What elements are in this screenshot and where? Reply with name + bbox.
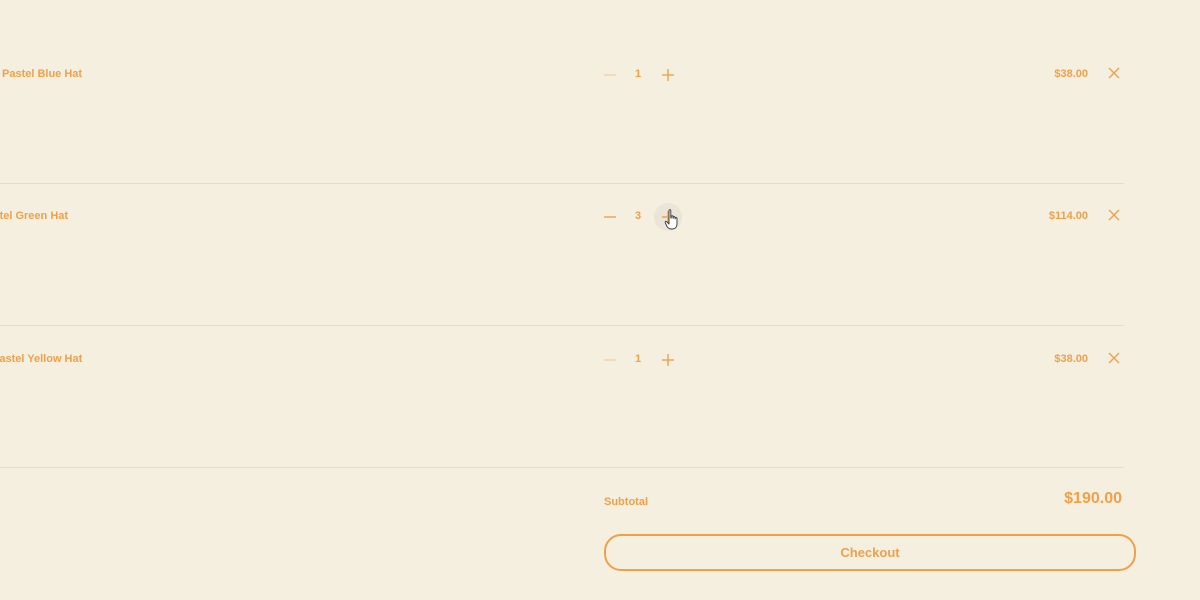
subtotal-label: Subtotal <box>604 496 648 508</box>
minus-icon <box>604 216 616 218</box>
decrement-button[interactable] <box>596 346 624 374</box>
remove-item-button[interactable] <box>1106 207 1122 223</box>
cart-item-row: Pastel Yellow Hat 1 $38.00 <box>0 291 1124 433</box>
close-icon <box>1108 209 1120 221</box>
plus-icon <box>662 211 674 223</box>
item-price: $38.00 <box>1054 68 1088 80</box>
item-name[interactable]: Pastel Green Hat <box>0 210 68 222</box>
cart-item-row: Pastel Blue Hat 1 $38.00 <box>0 6 1124 148</box>
remove-item-button[interactable] <box>1106 65 1122 81</box>
cart-item-row: Pastel Green Hat 3 $114.00 <box>0 148 1124 290</box>
decrement-button[interactable] <box>596 61 624 89</box>
quantity-value: 1 <box>634 68 642 80</box>
checkout-button[interactable]: Checkout <box>604 534 1136 571</box>
decrement-button[interactable] <box>596 203 624 231</box>
item-name[interactable]: Pastel Blue Hat <box>2 68 82 80</box>
item-price: $114.00 <box>1048 210 1088 222</box>
close-icon <box>1108 352 1120 364</box>
plus-icon <box>662 354 674 366</box>
increment-button[interactable] <box>654 61 682 89</box>
quantity-value: 3 <box>634 210 642 222</box>
subtotal-value: $190.00 <box>1064 490 1122 507</box>
item-name[interactable]: Pastel Yellow Hat <box>0 353 82 365</box>
cart-page: Pastel Blue Hat 1 $38.00 Pastel Green Ha… <box>0 0 1200 600</box>
minus-icon <box>604 359 616 361</box>
increment-button[interactable] <box>654 346 682 374</box>
increment-button[interactable] <box>654 203 682 231</box>
quantity-value: 1 <box>634 353 642 365</box>
plus-icon <box>662 69 674 81</box>
minus-icon <box>604 74 616 76</box>
close-icon <box>1108 67 1120 79</box>
remove-item-button[interactable] <box>1106 350 1122 366</box>
item-price: $38.00 <box>1054 353 1088 365</box>
row-divider <box>0 467 1124 468</box>
